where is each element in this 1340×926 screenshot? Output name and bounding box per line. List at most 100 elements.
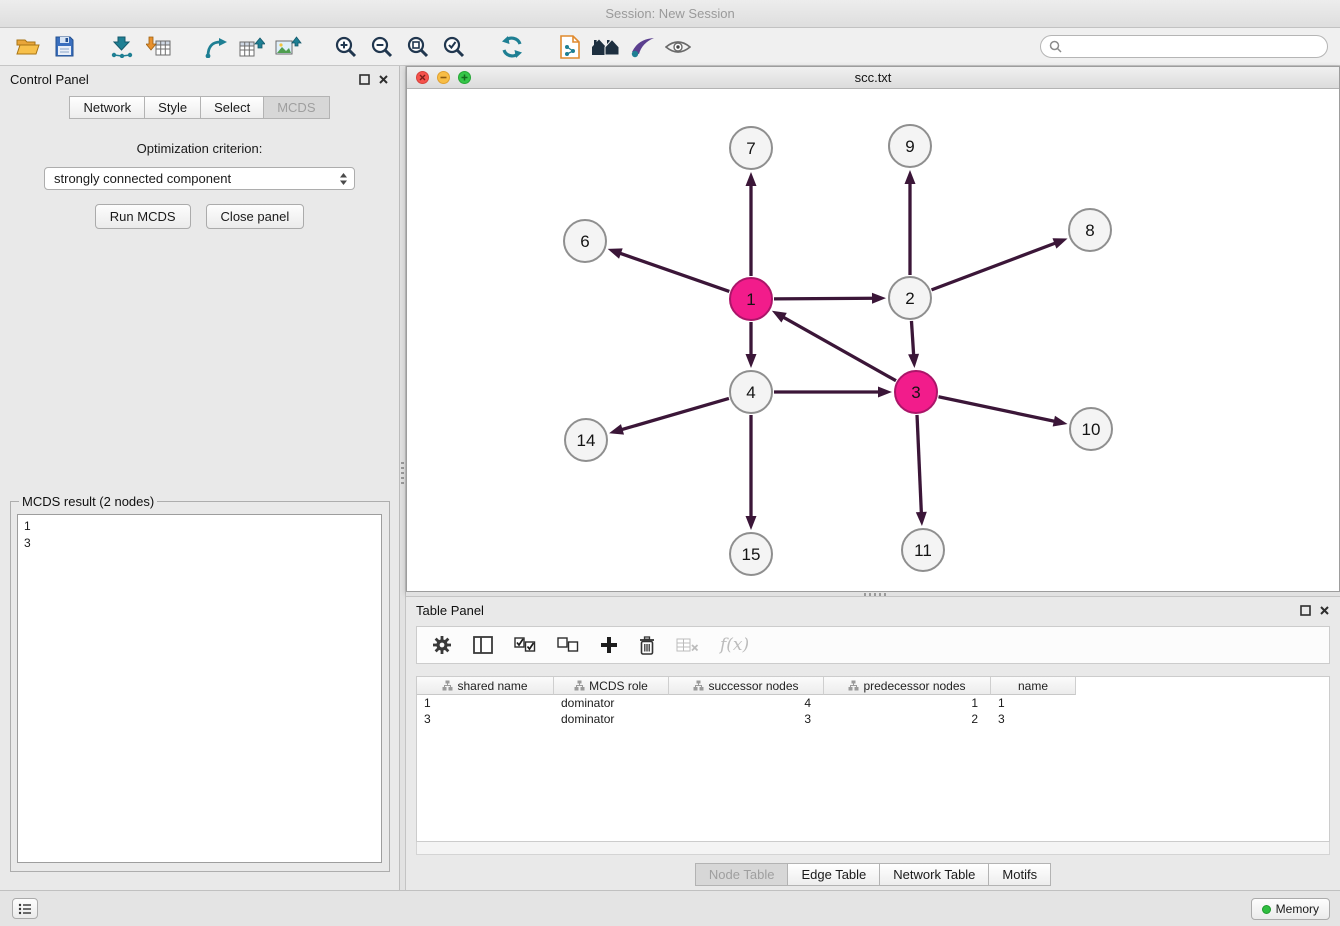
column-header-successor-nodes[interactable]: successor nodes <box>669 677 824 695</box>
graph-edge-2-3[interactable] <box>911 321 913 357</box>
save-session-button[interactable] <box>46 31 82 63</box>
tab-select[interactable]: Select <box>200 96 264 119</box>
close-panel-icon[interactable] <box>378 74 389 85</box>
graph-edge-arrowhead <box>609 424 624 435</box>
import-network-icon <box>110 36 134 58</box>
zoom-selected-button[interactable] <box>436 31 472 63</box>
graph-edge-arrowhead <box>872 293 886 304</box>
graph-edge-arrowhead <box>608 248 623 258</box>
network-canvas[interactable]: 7968124314101511 <box>407 89 1339 591</box>
columns-icon <box>473 636 493 654</box>
zoom-out-button[interactable] <box>364 31 400 63</box>
close-panel-button[interactable]: Close panel <box>206 204 305 229</box>
create-column-button[interactable] <box>600 636 618 654</box>
search-icon <box>1049 40 1062 53</box>
zoom-in-button[interactable] <box>328 31 364 63</box>
attribute-icon <box>442 680 453 691</box>
criterion-select[interactable]: strongly connected component <box>44 167 355 190</box>
run-mcds-button[interactable]: Run MCDS <box>95 204 191 229</box>
graph-node-label: 8 <box>1085 221 1094 240</box>
task-history-button[interactable] <box>12 898 38 919</box>
control-panel-tabs: Network Style Select MCDS <box>0 96 399 119</box>
tab-node-table[interactable]: Node Table <box>695 863 789 886</box>
window-titlebar: Session: New Session <box>0 0 1340 28</box>
style-button[interactable] <box>624 31 660 63</box>
show-hide-button[interactable] <box>660 31 696 63</box>
window-title: Session: New Session <box>605 6 734 21</box>
tab-edge-table[interactable]: Edge Table <box>787 863 880 886</box>
tab-motifs[interactable]: Motifs <box>988 863 1051 886</box>
eye-icon <box>665 38 691 56</box>
open-folder-icon <box>16 37 40 57</box>
optimization-criterion-label: Optimization criterion: <box>0 141 399 156</box>
show-columns-button[interactable] <box>473 636 493 654</box>
home-button[interactable] <box>588 31 624 63</box>
graph-edge-2-8[interactable] <box>932 242 1058 290</box>
export-network-button[interactable] <box>198 31 234 63</box>
tab-network[interactable]: Network <box>69 96 145 119</box>
table-horizontal-scrollbar[interactable] <box>416 842 1330 855</box>
refresh-view-button[interactable] <box>494 31 530 63</box>
open-session-button[interactable] <box>10 31 46 63</box>
zoom-selected-icon <box>442 35 466 59</box>
graph-node-label: 9 <box>905 137 914 156</box>
export-table-button[interactable] <box>234 31 270 63</box>
save-disk-icon <box>54 36 75 57</box>
graph-edge-1-2[interactable] <box>774 298 875 299</box>
import-network-button[interactable] <box>104 31 140 63</box>
column-header-predecessor-nodes[interactable]: predecessor nodes <box>824 677 991 695</box>
graph-edge-3-1[interactable] <box>781 316 895 381</box>
trash-icon <box>639 636 655 655</box>
table-header-row: shared name MCDS role successor nodes pr… <box>417 677 1329 695</box>
deselect-all-button[interactable] <box>557 637 579 653</box>
column-header-name[interactable]: name <box>991 677 1076 695</box>
first-neighbors-button[interactable] <box>552 31 588 63</box>
table-tabs: Node Table Edge Table Network Table Moti… <box>406 863 1340 886</box>
close-panel-icon[interactable] <box>1319 605 1330 616</box>
graph-edge-arrowhead <box>1053 238 1068 248</box>
search-box[interactable] <box>1040 35 1328 58</box>
node-table[interactable]: shared name MCDS role successor nodes pr… <box>416 676 1330 842</box>
select-all-button[interactable] <box>514 637 536 653</box>
control-panel-header: Control Panel <box>0 66 399 92</box>
float-panel-icon[interactable] <box>359 74 370 85</box>
unchecked-boxes-icon <box>557 637 579 653</box>
graph-edge-arrowhead <box>746 172 757 186</box>
style-paint-icon <box>629 36 655 58</box>
graph-node-label: 4 <box>746 383 755 402</box>
tab-style[interactable]: Style <box>144 96 201 119</box>
table-row[interactable]: 1 dominator 4 1 1 <box>417 695 1329 711</box>
network-graph: 7968124314101511 <box>407 89 1339 591</box>
mcds-result-list[interactable]: 1 3 <box>17 514 382 863</box>
search-input[interactable] <box>1067 40 1319 54</box>
memory-button[interactable]: Memory <box>1251 898 1330 920</box>
column-header-shared-name[interactable]: shared name <box>417 677 554 695</box>
attribute-icon <box>693 680 704 691</box>
tab-mcds[interactable]: MCDS <box>263 96 329 119</box>
function-builder-button-disabled: f(x) <box>720 635 749 655</box>
tab-network-table[interactable]: Network Table <box>879 863 989 886</box>
status-bar: Memory <box>0 890 1340 926</box>
plus-icon <box>600 636 618 654</box>
delete-column-button[interactable] <box>639 636 655 655</box>
import-table-button[interactable] <box>140 31 176 63</box>
network-window-title: scc.txt <box>407 70 1339 85</box>
table-settings-button[interactable] <box>432 635 452 655</box>
graph-edge-1-6[interactable] <box>618 253 729 292</box>
export-image-button[interactable] <box>270 31 306 63</box>
float-panel-icon[interactable] <box>1300 605 1311 616</box>
network-window-titlebar[interactable]: scc.txt <box>407 67 1339 89</box>
export-table-icon <box>239 36 265 58</box>
mcds-result-fieldset: MCDS result (2 nodes) 1 3 <box>10 494 390 872</box>
zoom-in-icon <box>334 35 358 59</box>
graph-node-label: 2 <box>905 289 914 308</box>
table-row[interactable]: 3 dominator 3 2 3 <box>417 711 1329 727</box>
graph-edge-4-14[interactable] <box>620 398 729 430</box>
splitter-grip <box>401 462 404 486</box>
graph-edge-3-11[interactable] <box>917 415 921 515</box>
main-toolbar <box>0 28 1340 66</box>
zoom-fit-button[interactable] <box>400 31 436 63</box>
graph-edge-3-10[interactable] <box>939 397 1057 422</box>
column-header-mcds-role[interactable]: MCDS role <box>554 677 669 695</box>
attribute-icon <box>574 680 585 691</box>
